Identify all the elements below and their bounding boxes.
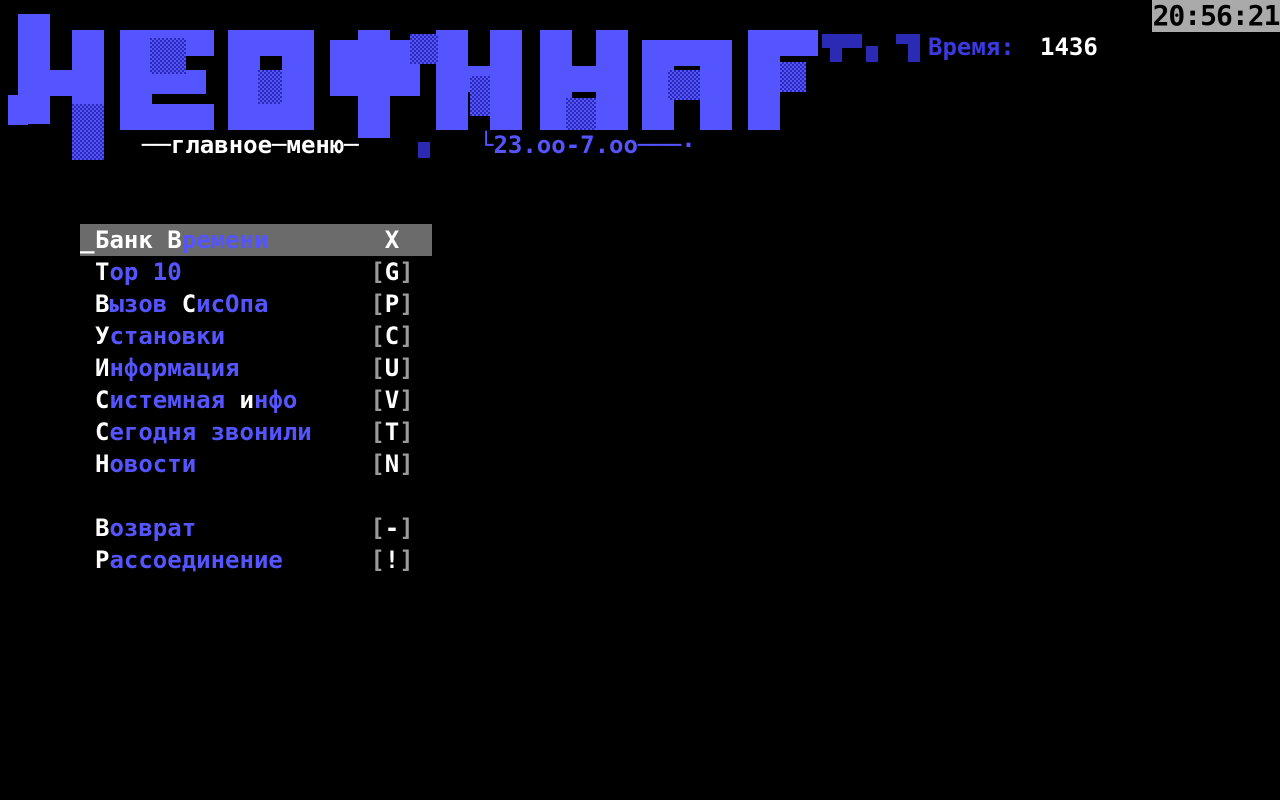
menu-item-label: Информация (95, 354, 240, 382)
hotkey: [U] (370, 354, 414, 382)
menu-item-label: Сегодня звонили (95, 418, 312, 446)
hotkey: X (384, 226, 400, 254)
hotkey: [-] (370, 514, 414, 542)
menu-item-call-sysop[interactable]: Вызов СисОпа [P] (80, 288, 432, 320)
time-label: Время: (928, 33, 1015, 61)
menu-item-top10[interactable]: Top 10 [G] (80, 256, 432, 288)
menu-item-return[interactable]: Возврат [-] (80, 512, 432, 544)
menu-item-label: Установки (95, 322, 226, 350)
hotkey: [P] (370, 290, 414, 318)
menu-subtitle: ──главное─меню─ (142, 131, 359, 159)
hotkey: [C] (370, 322, 414, 350)
menu-item-label: Системная инфо (95, 386, 298, 414)
menu-item-label: Возврат (95, 514, 197, 542)
menu-item-news[interactable]: Новости [N] (80, 448, 432, 480)
hotkey: [V] (370, 386, 414, 414)
menu-item-time-bank[interactable]: _ Банк Времени X (80, 224, 432, 256)
menu-item-label: Новости (95, 450, 197, 478)
menu-item-today-callers[interactable]: Сегодня звонили [T] (80, 416, 432, 448)
clock: 20:56:21 (1152, 0, 1280, 32)
main-menu: _ Банк Времени X Top 10 [G] Вызов СисОпа… (80, 224, 432, 576)
text-cursor: _ (80, 226, 95, 254)
hotkey: [N] (370, 450, 414, 478)
time-value: 1436 (1040, 33, 1098, 61)
menu-item-label: Вызов СисОпа (95, 290, 269, 318)
menu-item-label: Top 10 (95, 258, 182, 286)
working-hours: └23.oo-7.oo───· (479, 131, 696, 159)
menu-item-system-info[interactable]: Системная инфо [V] (80, 384, 432, 416)
menu-item-settings[interactable]: Установки [C] (80, 320, 432, 352)
menu-item-label: Рассоединение (95, 546, 283, 574)
menu-item-label: Банк Времени (95, 226, 269, 254)
hotkey: [T] (370, 418, 414, 446)
hotkey: [G] (370, 258, 414, 286)
menu-item-disconnect[interactable]: Рассоединение [!] (80, 544, 432, 576)
hotkey: [!] (370, 546, 414, 574)
menu-item-information[interactable]: Информация [U] (80, 352, 432, 384)
